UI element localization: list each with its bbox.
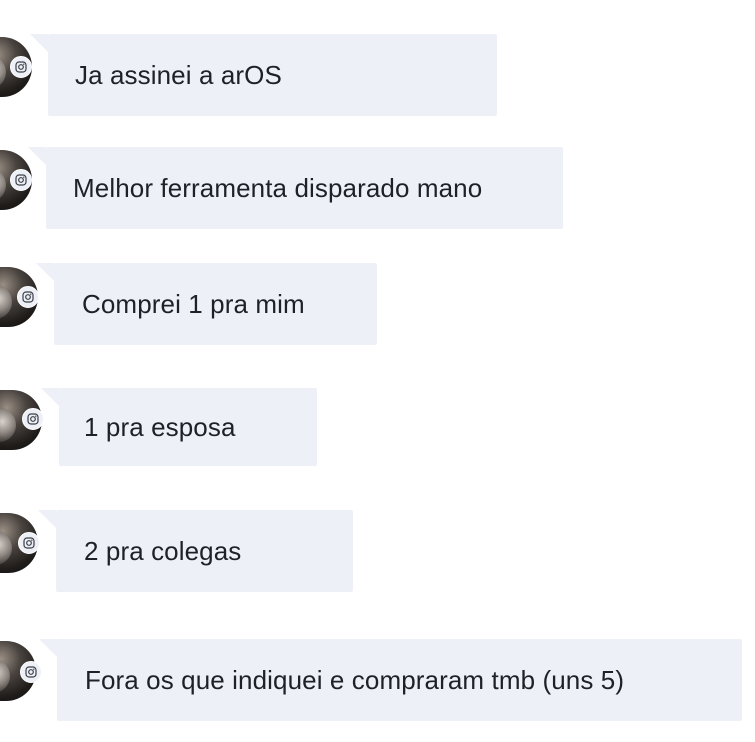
instagram-icon	[17, 286, 39, 308]
message-text: Fora os que indiquei e compraram tmb (un…	[85, 664, 625, 695]
message-row: 1 pra esposa	[0, 388, 320, 472]
message-bubble: Ja assinei a arOS	[30, 34, 497, 116]
instagram-icon	[18, 532, 40, 554]
instagram-icon	[20, 661, 42, 683]
message-bubble: Fora os que indiquei e compraram tmb (un…	[39, 639, 742, 721]
message-row: Comprei 1 pra mim	[0, 263, 380, 347]
message-row: Fora os que indiquei e compraram tmb (un…	[0, 639, 755, 723]
message-bubble: 2 pra colegas	[38, 510, 353, 592]
instagram-icon	[22, 408, 44, 430]
message-text: Comprei 1 pra mim	[82, 288, 305, 319]
message-bubble: 1 pra esposa	[41, 388, 317, 466]
instagram-icon	[10, 56, 32, 78]
message-row: 2 pra colegas	[0, 510, 355, 594]
message-text: Melhor ferramenta disparado mano	[73, 172, 483, 203]
message-bubble: Comprei 1 pra mim	[36, 263, 377, 345]
message-text: Ja assinei a arOS	[75, 59, 282, 90]
message-bubble: Melhor ferramenta disparado mano	[28, 147, 563, 229]
instagram-icon	[10, 169, 32, 191]
message-text: 2 pra colegas	[84, 535, 242, 566]
message-text: 1 pra esposa	[84, 411, 236, 442]
message-row: Melhor ferramenta disparado mano	[0, 147, 565, 231]
message-row: Ja assinei a arOS	[0, 34, 500, 118]
